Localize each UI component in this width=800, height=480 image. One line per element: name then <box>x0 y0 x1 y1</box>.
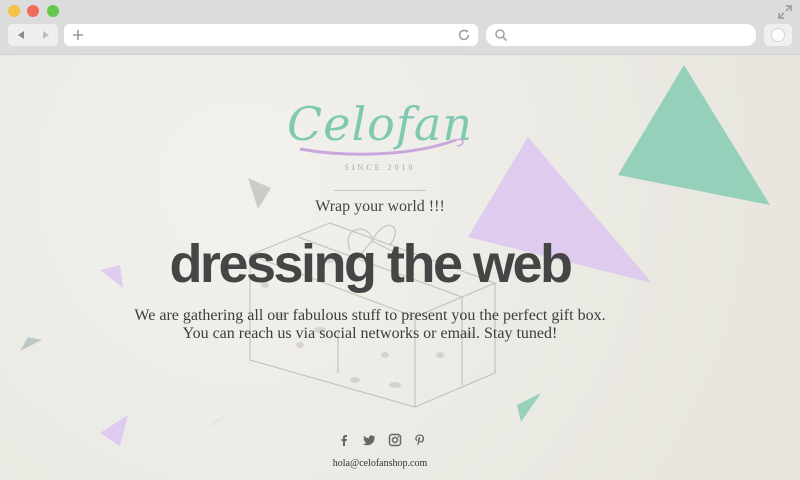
maximize-dot[interactable] <box>47 5 59 17</box>
fullscreen-icon[interactable] <box>778 5 792 19</box>
search-bar <box>486 24 756 48</box>
headline: dressing the web <box>169 234 573 294</box>
intro-line-2: You can reach us via social networks or … <box>182 325 558 342</box>
mint-triangle-bottom <box>202 413 230 430</box>
mint-triangle-large <box>618 65 770 205</box>
close-dot[interactable] <box>8 5 20 17</box>
twitter-icon <box>363 435 376 446</box>
search-icon <box>495 29 508 42</box>
gray-triangle-small <box>20 337 42 351</box>
logo-since: SINCE 2010 <box>344 163 416 172</box>
back-button[interactable] <box>8 24 33 46</box>
intro-text: We are gathering all our fabulous stuff … <box>120 307 620 343</box>
intro-line-1: We are gathering all our fabulous stuff … <box>134 307 606 324</box>
back-arrow-icon <box>17 31 24 39</box>
contact-email-link[interactable]: hola@celofanshop.com <box>300 458 460 469</box>
social-links <box>337 433 427 447</box>
browser-toolbar <box>0 0 800 55</box>
brand-logo: Celofan SINCE 2010 <box>280 97 480 177</box>
url-input[interactable] <box>92 24 450 48</box>
purple-triangle-bottom <box>100 415 128 446</box>
forward-button[interactable] <box>33 24 58 46</box>
search-input[interactable] <box>514 24 748 48</box>
browser-window: Celofan SINCE 2010 Wrap your world !!! d… <box>0 0 800 480</box>
reload-icon[interactable] <box>456 27 472 43</box>
instagram-icon <box>388 433 401 447</box>
pinterest-icon <box>415 434 425 446</box>
pinterest-link[interactable] <box>413 433 427 447</box>
twitter-link[interactable] <box>362 433 376 447</box>
facebook-icon <box>341 435 347 446</box>
address-bar <box>64 24 478 48</box>
logo-swash <box>299 138 464 156</box>
facebook-link[interactable] <box>337 433 351 447</box>
tagline: Wrap your world !!! <box>315 198 445 215</box>
nav-buttons <box>8 24 58 46</box>
extension-icon <box>771 28 785 42</box>
minimize-dot[interactable] <box>27 5 39 17</box>
divider <box>334 190 426 191</box>
instagram-link[interactable] <box>388 433 402 447</box>
mint-triangle-small <box>517 393 541 422</box>
forward-arrow-icon <box>42 31 49 39</box>
page-content: Celofan SINCE 2010 Wrap your world !!! d… <box>0 55 800 480</box>
plus-icon[interactable] <box>70 27 86 43</box>
extension-button[interactable] <box>764 24 792 46</box>
